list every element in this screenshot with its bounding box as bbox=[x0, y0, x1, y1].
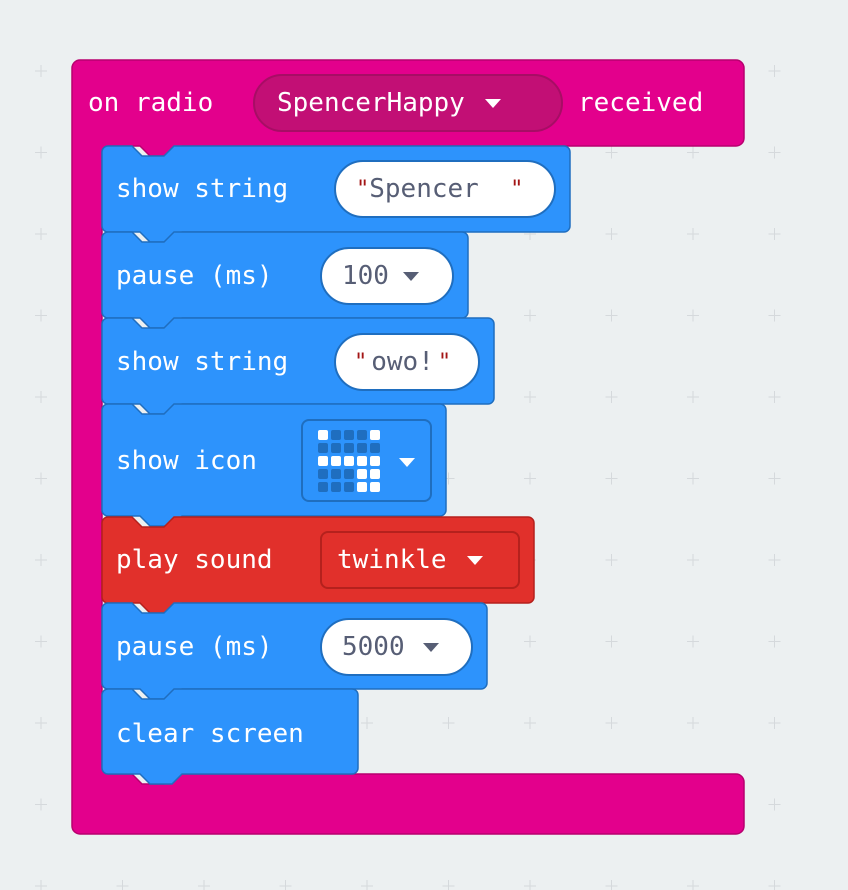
block-shape bbox=[101, 688, 359, 785]
clear-screen-label: clear screen bbox=[116, 719, 304, 749]
